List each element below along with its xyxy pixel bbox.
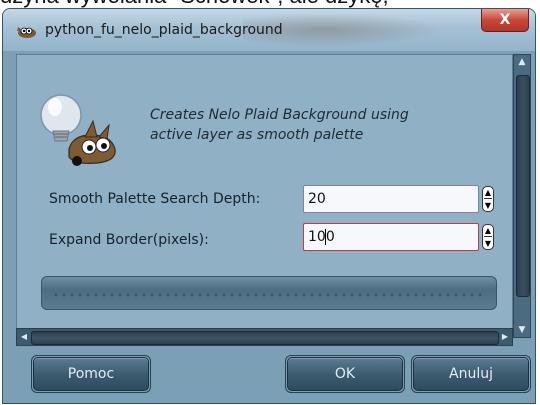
scroll-left-arrow-icon[interactable]: ◀	[17, 329, 31, 345]
search-depth-input[interactable]: 20	[303, 185, 479, 213]
horizontal-scrollbar[interactable]: ◀ ▶	[16, 328, 513, 346]
expand-border-value-after-caret: 0	[325, 229, 335, 245]
search-depth-spinner[interactable]: ▲ ▼	[482, 186, 494, 212]
description-line-1: Creates Nelo Plaid Background using	[150, 107, 409, 123]
spin-down-icon[interactable]: ▼	[484, 238, 492, 249]
horizontal-scroll-thumb[interactable]	[31, 331, 499, 345]
scroll-right-arrow-icon[interactable]: ▶	[498, 329, 512, 345]
wilber-icon	[40, 94, 116, 166]
scroll-down-arrow-icon[interactable]: ▼	[514, 323, 530, 337]
spin-up-icon[interactable]: ▲	[484, 187, 492, 199]
title-bar: python_fu_nelo_plaid_background X	[3, 9, 535, 51]
close-button[interactable]: X	[481, 9, 529, 32]
expand-border-label: Expand Border(pixels):	[49, 232, 209, 248]
plugin-description: Creates Nelo Plaid Background using acti…	[150, 105, 409, 145]
search-depth-label: Smooth Palette Search Depth:	[49, 191, 261, 207]
gimp-app-icon	[17, 27, 36, 38]
vertical-scroll-thumb[interactable]	[516, 75, 530, 297]
window-title: python_fu_nelo_plaid_background	[45, 22, 283, 38]
spin-up-icon[interactable]: ▲	[484, 225, 492, 237]
progress-track-pattern	[52, 292, 486, 298]
progress-bar	[41, 276, 497, 310]
dialog-window: python_fu_nelo_plaid_background X ▲ ▼ ◀ …	[2, 8, 536, 404]
cancel-button[interactable]: Anuluj	[413, 357, 529, 391]
vertical-scrollbar[interactable]: ▲ ▼	[513, 54, 531, 338]
close-icon: X	[499, 12, 511, 28]
help-button[interactable]: Pomoc	[33, 357, 149, 391]
expand-border-input[interactable]: 100	[303, 223, 479, 251]
description-line-2: active layer as smooth palette	[150, 127, 364, 143]
expand-border-spinner[interactable]: ▲ ▼	[482, 224, 494, 250]
background-text: dzyna wywołania "Schowek", ale dzykę,	[0, 0, 540, 8]
expand-border-value-before-caret: 10	[308, 229, 326, 245]
spin-down-icon[interactable]: ▼	[484, 200, 492, 211]
scroll-up-arrow-icon[interactable]: ▲	[514, 55, 530, 69]
ok-button[interactable]: OK	[287, 357, 403, 391]
